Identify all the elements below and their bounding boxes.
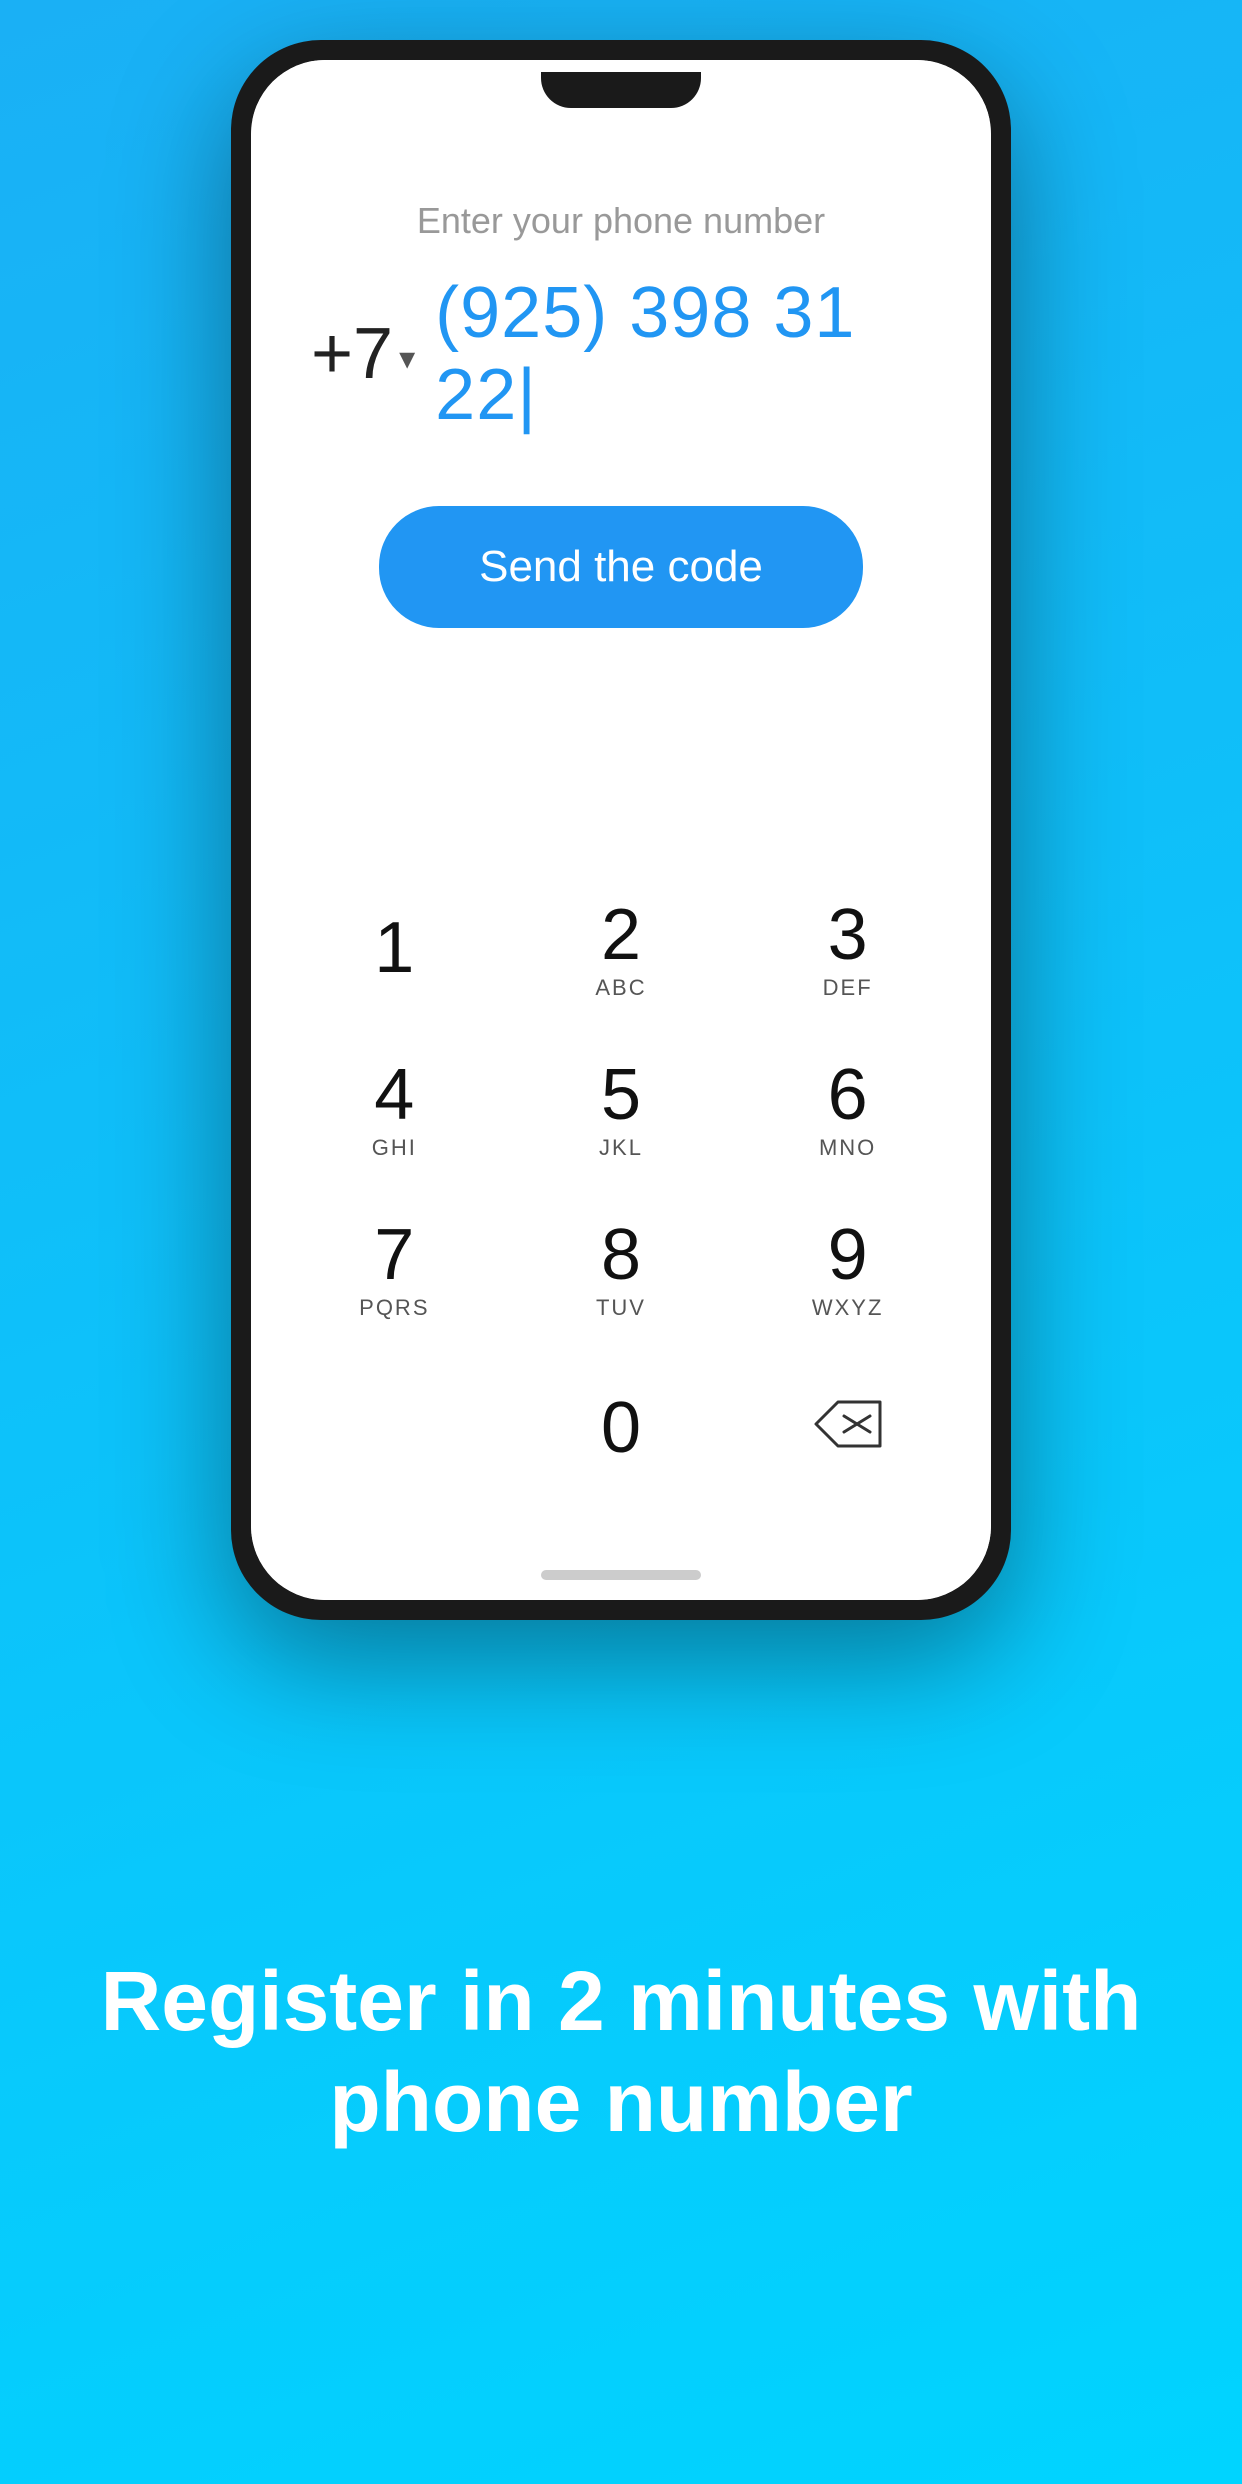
key-9-num: 9 — [828, 1219, 868, 1291]
numpad-row-4: 0 — [281, 1350, 961, 1510]
numpad-row-3: 7 PQRS 8 TUV 9 WXYZ — [281, 1190, 961, 1350]
key-2-alpha: ABC — [595, 975, 646, 1001]
key-6[interactable]: 6 MNO — [738, 1030, 958, 1190]
phone-wrapper: Enter your phone number +7 ▾ (925) 398 3… — [231, 0, 1011, 1620]
key-4-num: 4 — [374, 1059, 414, 1131]
key-5-num: 5 — [601, 1059, 641, 1131]
key-3[interactable]: 3 DEF — [738, 870, 958, 1030]
phone-input-row: +7 ▾ (925) 398 31 22| — [311, 272, 931, 436]
key-0[interactable]: 0 — [511, 1350, 731, 1510]
numpad: 1 2 ABC 3 DEF 4 GHI — [251, 850, 991, 1550]
key-9[interactable]: 9 WXYZ — [738, 1190, 958, 1350]
phone-label: Enter your phone number — [417, 200, 825, 242]
key-3-alpha: DEF — [823, 975, 873, 1001]
phone-number-value: (925) 398 31 22 — [435, 273, 855, 435]
key-7-alpha: PQRS — [359, 1295, 429, 1321]
backspace-key[interactable] — [738, 1350, 958, 1510]
phone-frame: Enter your phone number +7 ▾ (925) 398 3… — [231, 40, 1011, 1620]
key-7[interactable]: 7 PQRS — [284, 1190, 504, 1350]
dropdown-arrow-icon: ▾ — [399, 339, 415, 377]
backspace-icon — [812, 1398, 884, 1463]
key-1[interactable]: 1 — [284, 870, 504, 1030]
phone-top-bar — [251, 60, 991, 120]
key-5[interactable]: 5 JKL — [511, 1030, 731, 1190]
numpad-row-2: 4 GHI 5 JKL 6 MNO — [281, 1030, 961, 1190]
key-3-num: 3 — [828, 899, 868, 971]
key-6-alpha: MNO — [819, 1135, 876, 1161]
key-9-alpha: WXYZ — [812, 1295, 884, 1321]
key-8-alpha: TUV — [596, 1295, 646, 1321]
key-8-num: 8 — [601, 1219, 641, 1291]
numpad-row-1: 1 2 ABC 3 DEF — [281, 870, 961, 1030]
phone-number-display: (925) 398 31 22| — [435, 272, 931, 436]
cursor: | — [517, 355, 537, 435]
bottom-headline: Register in 2 minutes with phone number — [100, 1951, 1142, 2153]
home-indicator — [541, 1570, 701, 1580]
bottom-section: Register in 2 minutes with phone number — [0, 1620, 1242, 2484]
key-4-alpha: GHI — [372, 1135, 417, 1161]
key-8[interactable]: 8 TUV — [511, 1190, 731, 1350]
country-code-value: +7 — [311, 313, 393, 395]
key-6-num: 6 — [828, 1059, 868, 1131]
phone-screen: Enter your phone number +7 ▾ (925) 398 3… — [251, 60, 991, 1600]
key-4[interactable]: 4 GHI — [284, 1030, 504, 1190]
key-2-num: 2 — [601, 899, 641, 971]
phone-bottom-bar — [251, 1550, 991, 1600]
key-7-num: 7 — [374, 1219, 414, 1291]
key-0-num: 0 — [601, 1392, 641, 1464]
key-empty — [284, 1350, 504, 1510]
key-5-alpha: JKL — [599, 1135, 643, 1161]
country-code-selector[interactable]: +7 ▾ — [311, 313, 415, 395]
send-code-button[interactable]: Send the code — [379, 506, 863, 628]
key-1-num: 1 — [374, 912, 414, 984]
screen-top: Enter your phone number +7 ▾ (925) 398 3… — [251, 120, 991, 850]
camera-notch — [541, 72, 701, 108]
key-2[interactable]: 2 ABC — [511, 870, 731, 1030]
